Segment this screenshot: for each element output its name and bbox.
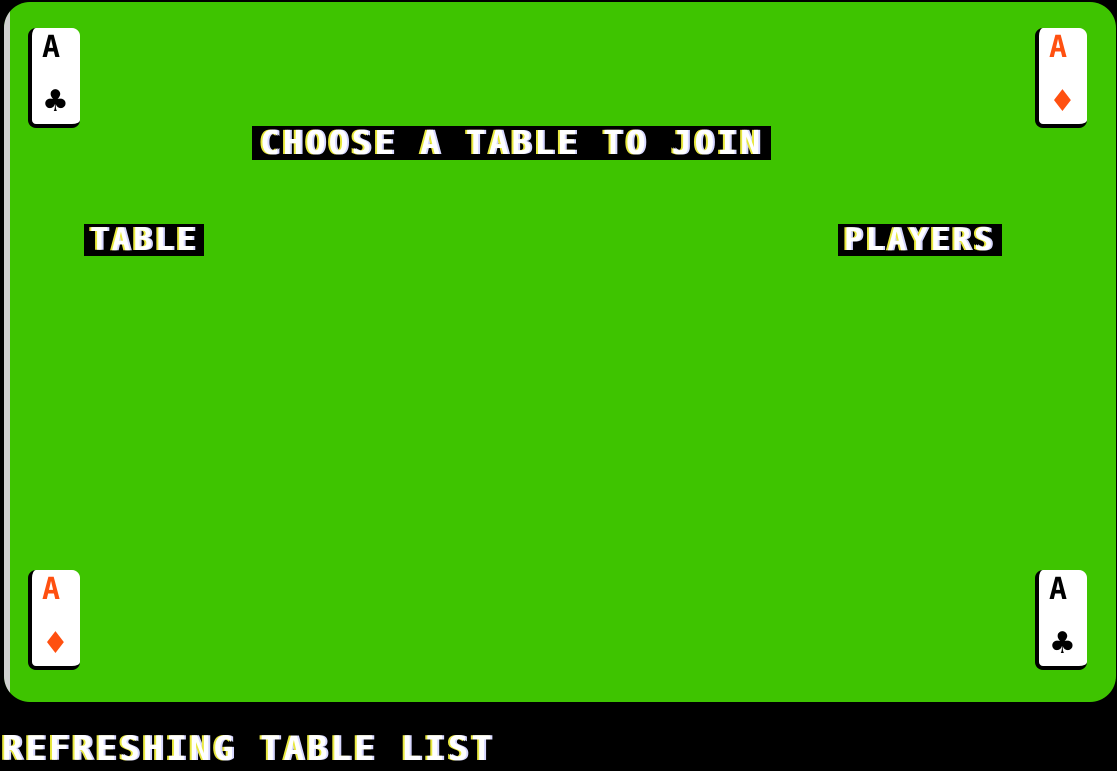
diamond-icon: ♦ [42,626,69,661]
card-rank: A [42,30,61,65]
diamond-icon: ♦ [1049,84,1076,119]
ace-of-diamonds-card-bottom-left: A ♦ [28,570,80,670]
status-message: REFRESHING TABLE LIST [2,729,495,769]
table-list[interactable] [84,272,1044,552]
players-column-header: PLAYERS [838,224,1002,256]
clubs-icon: ♣ [42,84,69,119]
card-rank: A [1049,30,1068,65]
card-rank: A [1049,572,1068,607]
table-column-header: TABLE [84,224,205,256]
card-table-felt: A ♣ A ♦ A ♦ A ♣ CHOOSE A TABLE TO JOIN T… [4,2,1116,702]
clubs-icon: ♣ [1049,626,1076,661]
ace-of-diamonds-card-top-right: A ♦ [1035,28,1087,128]
ace-of-clubs-card-bottom-right: A ♣ [1035,570,1087,670]
ace-of-clubs-card-top-left: A ♣ [28,28,80,128]
game-screen: A ♣ A ♦ A ♦ A ♣ CHOOSE A TABLE TO JOIN T… [0,0,1117,771]
card-rank: A [42,572,61,607]
page-title: CHOOSE A TABLE TO JOIN [252,126,772,160]
